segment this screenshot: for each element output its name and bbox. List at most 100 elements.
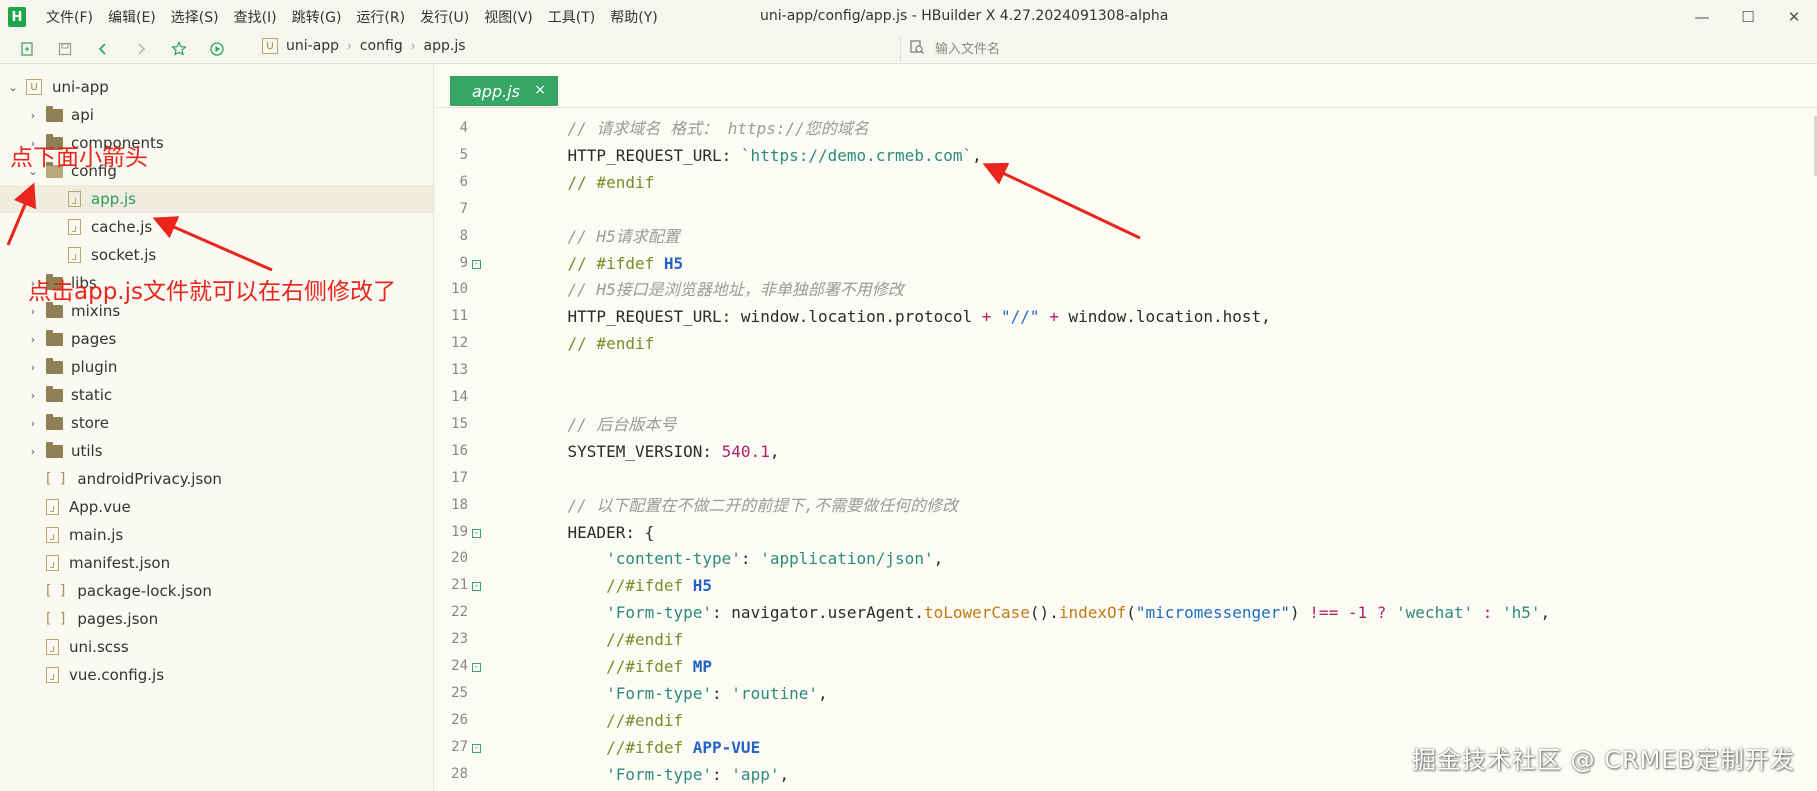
tree-item[interactable]: main.js xyxy=(0,521,433,549)
tree-item[interactable]: App.vue xyxy=(0,493,433,521)
code-token: H5 xyxy=(663,254,684,273)
code-token: , xyxy=(972,146,982,165)
code-line[interactable]: // H5接口是浏览器地址，非单独部署不用修改 xyxy=(529,277,904,303)
code-token: : xyxy=(712,684,732,703)
breadcrumb-item-project[interactable]: uni-app xyxy=(286,38,339,54)
new-file-icon[interactable] xyxy=(16,38,38,60)
code-line[interactable]: SYSTEM_VERSION: 540.1, xyxy=(529,439,780,465)
code-line[interactable]: //#endif xyxy=(529,708,683,734)
tree-item[interactable]: app.js xyxy=(0,185,433,213)
line-number: 26 xyxy=(451,712,468,728)
menu-item[interactable]: 工具(T) xyxy=(548,7,595,27)
close-tab-icon[interactable]: × xyxy=(534,82,546,98)
code-line[interactable]: //#ifdef APP-VUE xyxy=(529,735,760,761)
tree-item[interactable]: vue.config.js xyxy=(0,661,433,689)
code-line[interactable]: HEADER: { xyxy=(529,520,655,546)
code-token: APP-VUE xyxy=(692,738,761,757)
watermark: 掘金技术社区 @ CRMEB定制开发 xyxy=(1411,746,1795,774)
breadcrumb-item-file[interactable]: app.js xyxy=(424,38,466,54)
code-line[interactable]: 'Form-type': navigator.userAgent.toLower… xyxy=(529,600,1550,626)
code-line[interactable]: 'Form-type': 'app', xyxy=(529,762,789,788)
maximize-button[interactable]: ☐ xyxy=(1725,8,1771,26)
fold-toggle-icon[interactable]: - xyxy=(472,260,481,269)
menu-item[interactable]: 视图(V) xyxy=(484,7,533,27)
tree-item[interactable]: [ ] androidPrivacy.json xyxy=(0,465,433,493)
minimize-button[interactable]: — xyxy=(1679,8,1725,26)
tree-item[interactable]: socket.js xyxy=(0,241,433,269)
tree-item[interactable]: ⌄ Uuni-app xyxy=(0,73,433,101)
forward-icon[interactable] xyxy=(130,38,152,60)
chevron-right-icon[interactable]: › xyxy=(26,361,40,374)
code-token: "//" xyxy=(1001,307,1040,326)
tree-item[interactable]: manifest.json xyxy=(0,549,433,577)
project-icon: U xyxy=(262,38,278,54)
menu-item[interactable]: 运行(R) xyxy=(356,7,405,27)
breadcrumb-item-folder[interactable]: config xyxy=(360,38,403,54)
menu-item[interactable]: 编辑(E) xyxy=(108,7,156,27)
tree-item[interactable]: › utils xyxy=(0,437,433,465)
code-line[interactable]: 'Form-type': 'routine', xyxy=(529,681,828,707)
tree-item[interactable]: [ ] pages.json xyxy=(0,605,433,633)
tree-item[interactable]: [ ] package-lock.json xyxy=(0,577,433,605)
tree-item[interactable]: uni.scss xyxy=(0,633,433,661)
chevron-right-icon[interactable]: › xyxy=(26,109,40,122)
chevron-right-icon[interactable]: › xyxy=(26,417,40,430)
fold-toggle-icon[interactable]: - xyxy=(472,744,481,753)
chevron-right-icon[interactable]: › xyxy=(26,445,40,458)
code-line[interactable]: // H5请求配置 xyxy=(529,224,680,250)
code-line[interactable]: HTTP_REQUEST_URL: `https://demo.crmeb.co… xyxy=(529,143,982,169)
star-icon[interactable] xyxy=(168,38,190,60)
fold-toggle-icon[interactable]: - xyxy=(472,663,481,672)
code-line[interactable]: //#endif xyxy=(529,627,683,653)
back-icon[interactable] xyxy=(92,38,114,60)
close-window-button[interactable]: ✕ xyxy=(1771,8,1817,26)
tab-app-js[interactable]: app.js × xyxy=(450,76,558,106)
chevron-right-icon[interactable]: › xyxy=(26,305,40,318)
fold-toggle-icon[interactable]: - xyxy=(472,582,481,591)
code-line[interactable]: // 后台版本号 xyxy=(529,412,677,438)
code-token: HEADER: { xyxy=(529,523,655,542)
code-token: , xyxy=(933,549,944,568)
tree-item-label: api xyxy=(71,106,94,124)
code-line[interactable]: //#ifdef MP xyxy=(529,654,712,680)
file-search-input[interactable] xyxy=(935,41,1315,57)
code-line[interactable]: // #endif xyxy=(529,170,655,196)
menu-item[interactable]: 跳转(G) xyxy=(292,7,342,27)
code-token: //#ifdef xyxy=(606,576,693,595)
tree-item[interactable]: › pages xyxy=(0,325,433,353)
chevron-right-icon[interactable]: › xyxy=(26,389,40,402)
tree-item[interactable]: cache.js xyxy=(0,213,433,241)
code-token: // 请求域名 格式： https://您的域名 xyxy=(567,119,869,138)
code-token: 'content-type' xyxy=(606,549,741,568)
menu-item[interactable]: 选择(S) xyxy=(171,7,219,27)
chevron-right-icon[interactable]: › xyxy=(26,333,40,346)
code-token: toLowerCase xyxy=(923,603,1030,622)
run-icon[interactable] xyxy=(206,38,228,60)
fold-toggle-icon[interactable]: - xyxy=(472,529,481,538)
code-line[interactable]: // #ifdef H5 xyxy=(529,251,684,277)
menu-item[interactable]: 文件(F) xyxy=(46,7,93,27)
tree-item[interactable]: › api xyxy=(0,101,433,129)
json-file-icon: [ ] xyxy=(46,611,68,627)
code-token: // #endif xyxy=(567,334,655,353)
code-line[interactable]: HTTP_REQUEST_URL: window.location.protoc… xyxy=(529,304,1271,330)
code-line[interactable]: 'content-type': 'application/json', xyxy=(529,546,943,572)
folder-icon xyxy=(46,301,63,318)
tree-item-label: static xyxy=(71,386,113,404)
menu-item[interactable]: 帮助(Y) xyxy=(610,7,657,27)
code-line[interactable]: // #endif xyxy=(529,331,655,357)
code-editor[interactable]: app.js × 4 5 6 7 8 9-10 11 12 13 14 15 16 17 18 19-20 2… xyxy=(436,64,1817,791)
save-icon[interactable] xyxy=(54,38,76,60)
tree-item-label: pages.json xyxy=(77,610,159,628)
code-line[interactable]: // 以下配置在不做二开的前提下,不需要做任何的修改 xyxy=(529,493,959,519)
chevron-down-icon[interactable]: ⌄ xyxy=(6,81,20,94)
menu-item[interactable]: 发行(U) xyxy=(420,7,469,27)
tree-item[interactable]: › store xyxy=(0,409,433,437)
menu-item[interactable]: 查找(I) xyxy=(234,7,277,27)
tree-item[interactable]: › static xyxy=(0,381,433,409)
code-line[interactable]: // 请求域名 格式： https://您的域名 xyxy=(529,116,869,142)
code-line[interactable]: //#ifdef H5 xyxy=(529,573,712,599)
tree-item[interactable]: › plugin xyxy=(0,353,433,381)
